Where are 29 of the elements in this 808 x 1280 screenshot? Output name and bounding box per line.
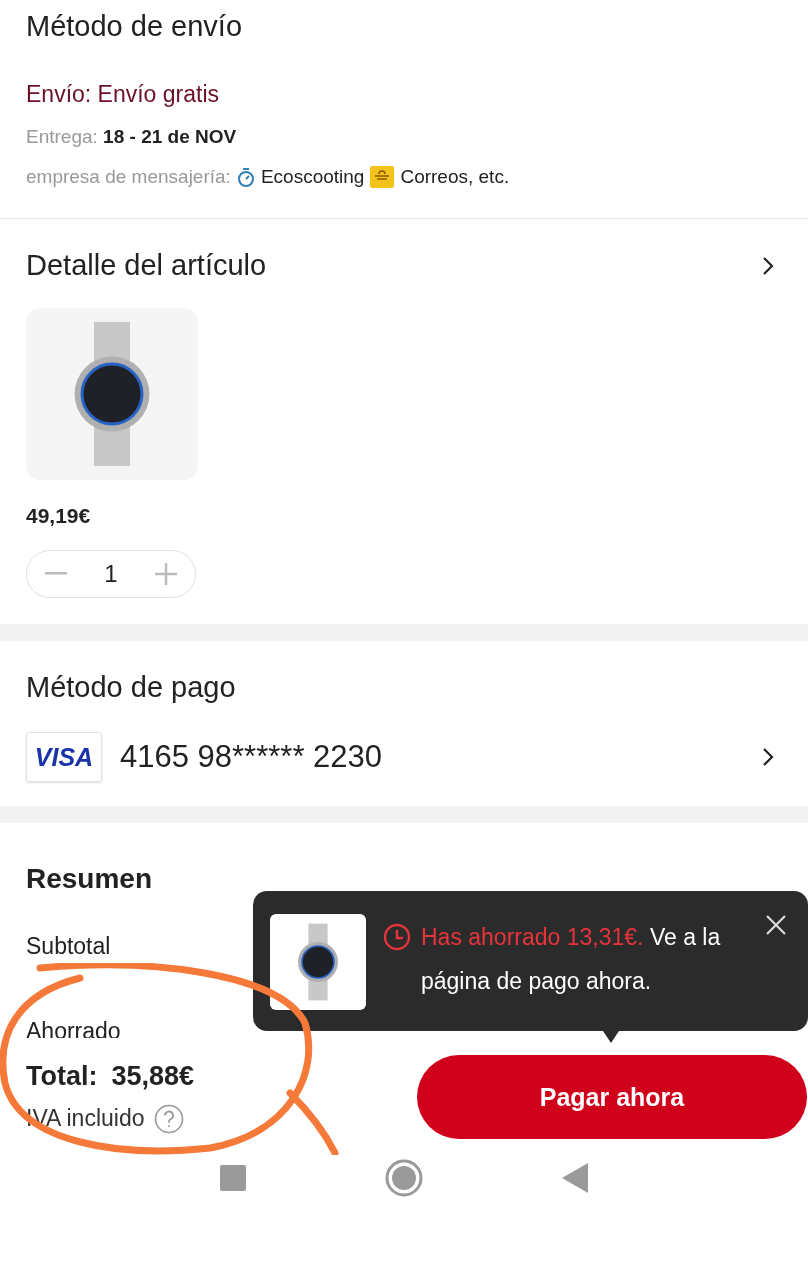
clock-icon	[383, 923, 411, 951]
carrier-name: Correos, etc.	[400, 166, 510, 188]
card-number: 4165 98****** 2230	[120, 739, 384, 775]
section-title: Método de pago	[26, 671, 237, 704]
order-total: Total: 35,88€	[26, 1060, 195, 1092]
plus-icon[interactable]	[154, 563, 177, 585]
minus-icon[interactable]	[45, 572, 68, 576]
pay-now-button[interactable]: Pagar ahora	[417, 1055, 807, 1139]
recent-apps-icon[interactable]	[219, 1165, 246, 1191]
product-card[interactable]	[26, 308, 198, 480]
back-icon[interactable]	[562, 1163, 589, 1193]
delivery-date: Entrega: 18 - 21 de NOV	[26, 126, 238, 148]
product-price: 49,19€	[26, 504, 92, 528]
chevron-right-icon[interactable]	[762, 747, 774, 767]
section-title: Resumen	[26, 863, 154, 895]
carrier-name: Ecoscooting	[260, 166, 365, 188]
home-icon[interactable]	[385, 1159, 423, 1197]
card-logo: VISA	[26, 732, 102, 782]
close-icon[interactable]	[766, 915, 786, 935]
savings-message: Has ahorrado 13,31€. Ve a la página de pago ahora.	[421, 923, 722, 996]
quantity-value: 1	[104, 560, 118, 588]
chevron-right-icon[interactable]	[762, 255, 774, 276]
shipping-method: Envío: Envío gratis	[26, 80, 221, 108]
stopwatch-icon	[236, 167, 255, 187]
section-title: Detalle del artículo	[26, 249, 267, 282]
help-icon[interactable]	[154, 1103, 185, 1134]
section-title: Método de envío	[26, 9, 244, 44]
summary-label: Subtotal	[26, 933, 111, 960]
carrier-label: empresa de mensajería:	[26, 166, 231, 188]
